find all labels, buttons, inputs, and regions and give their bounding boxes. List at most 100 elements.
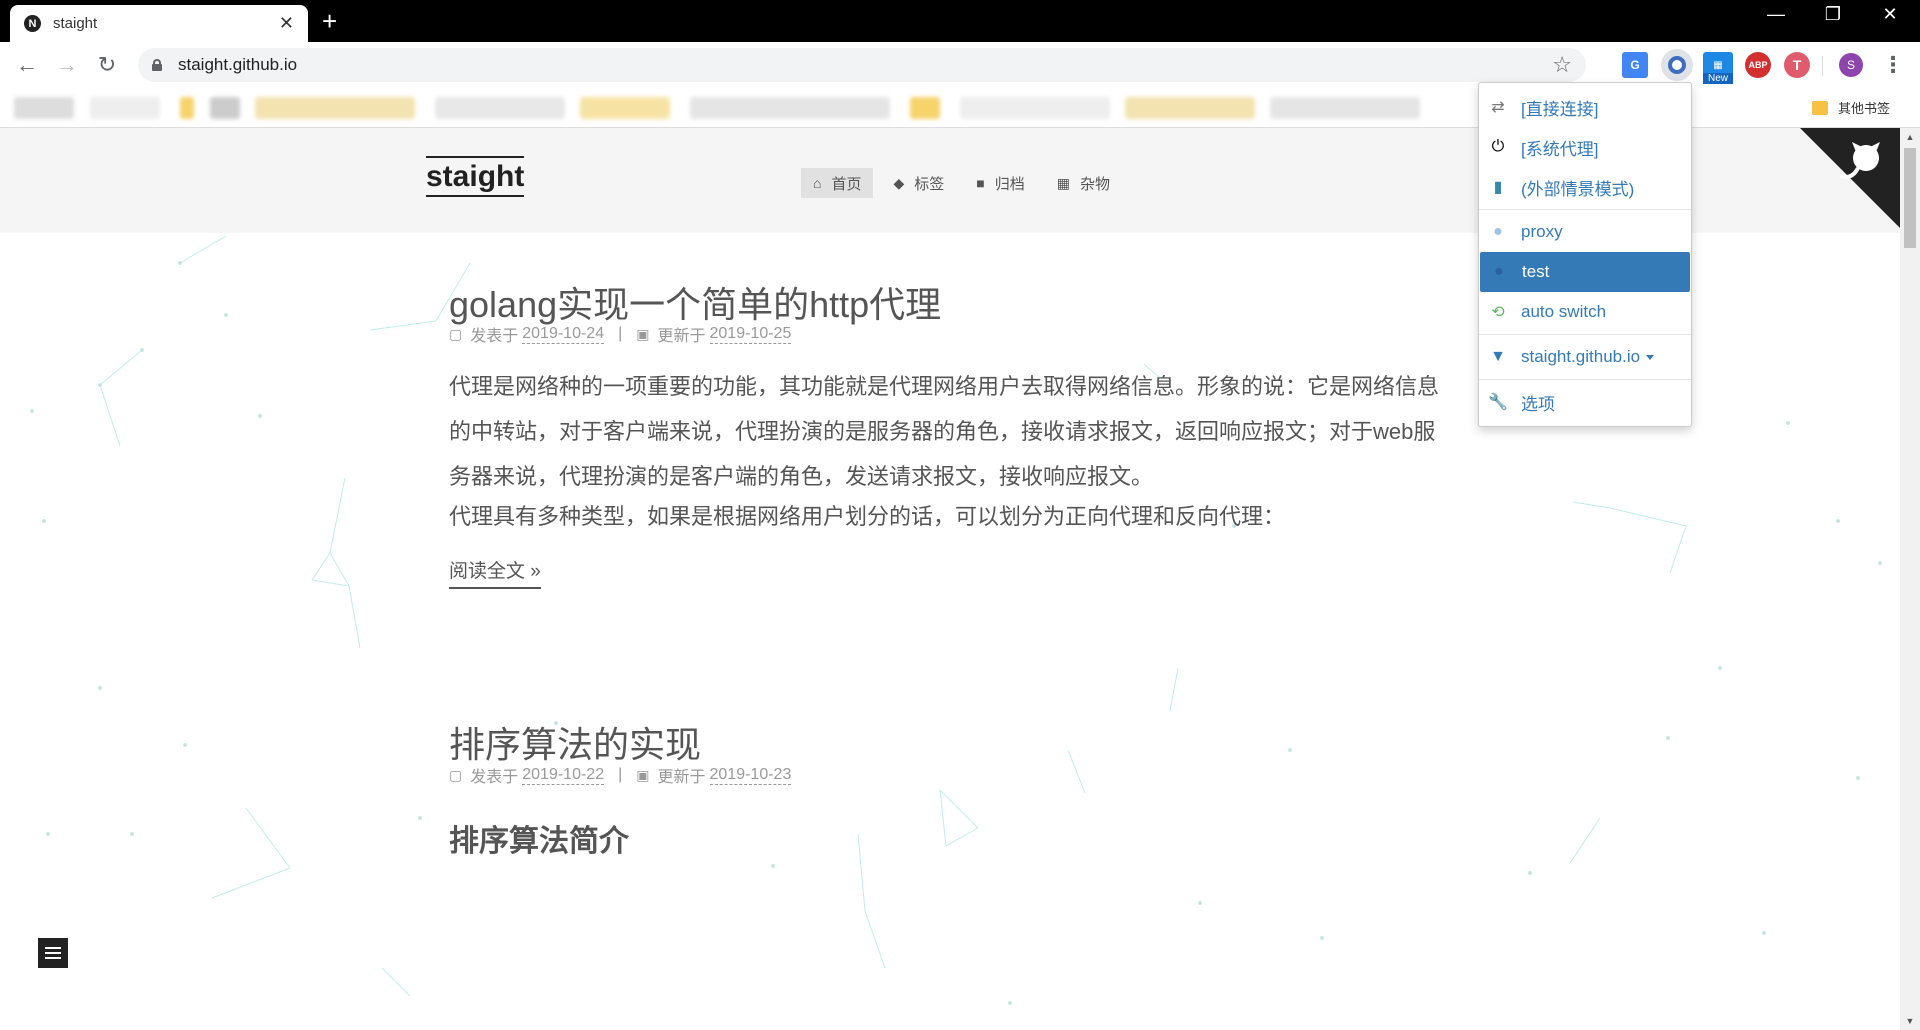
- blurred-bookmark[interactable]: [435, 97, 565, 119]
- page-scrollbar[interactable]: ▲ ▼: [1900, 128, 1920, 1030]
- popup-item-site-rule[interactable]: ▼ staight.github.io: [1479, 337, 1691, 377]
- blurred-bookmark[interactable]: [1125, 97, 1255, 119]
- omega-circle-icon: [1668, 56, 1686, 74]
- popup-item-system[interactable]: ⏻ [系统代理]: [1479, 127, 1691, 167]
- popup-item-test[interactable]: ● test: [1480, 252, 1690, 292]
- blurred-bookmark[interactable]: [580, 97, 670, 119]
- browser-tab[interactable]: N staight ✕: [10, 5, 308, 42]
- blurred-bookmark[interactable]: [180, 97, 194, 119]
- nav-item-archive[interactable]: ■ 归档: [964, 168, 1036, 198]
- tab-title: staight: [53, 15, 98, 32]
- scroll-down-arrow-icon[interactable]: ▼: [1900, 1016, 1920, 1026]
- t-extension-icon[interactable]: T: [1784, 52, 1810, 78]
- new-tab-button[interactable]: +: [322, 6, 337, 37]
- updated-date: 2019-10-25: [709, 324, 792, 344]
- power-icon: ⏻: [1491, 138, 1505, 155]
- tab-strip: N staight ✕ + — ❐ ✕: [0, 0, 1920, 42]
- post-meta: ▢ 发表于 2019-10-24 | ▣ 更新于 2019-10-25: [449, 322, 792, 346]
- popup-item-direct[interactable]: ⇄ [直接连接]: [1479, 87, 1691, 127]
- popup-divider: [1479, 209, 1691, 210]
- menu-bar: [45, 947, 61, 949]
- browser-menu-icon[interactable]: ⋮: [1880, 52, 1906, 78]
- popup-item-external[interactable]: ▮ (外部情景模式): [1479, 167, 1691, 207]
- url-text[interactable]: staight.github.io: [178, 55, 1552, 75]
- blurred-bookmark[interactable]: [255, 97, 415, 119]
- adblock-extension-icon[interactable]: ABP: [1745, 52, 1771, 78]
- site-logo[interactable]: staight: [426, 156, 525, 197]
- popup-item-label: (外部情景模式): [1521, 179, 1635, 199]
- blurred-bookmark[interactable]: [14, 97, 74, 119]
- reload-icon[interactable]: ↻: [92, 50, 122, 80]
- popup-item-label: auto switch: [1521, 302, 1607, 321]
- file-icon: ▮: [1493, 179, 1503, 196]
- nav-label: 归档: [994, 175, 1025, 193]
- address-bar[interactable]: staight.github.io ☆: [138, 48, 1586, 82]
- minimize-button[interactable]: —: [1756, 4, 1796, 25]
- updated-label: 更新于: [657, 769, 706, 786]
- popup-item-label: [直接连接]: [1521, 99, 1599, 119]
- site-nav: ⌂ 首页 ◆ 标签 ■ 归档 ▦ 杂物: [801, 168, 1130, 198]
- transfer-icon: ⇄: [1491, 99, 1505, 116]
- popup-item-label: proxy: [1521, 222, 1563, 241]
- read-more-link[interactable]: 阅读全文 »: [449, 556, 541, 589]
- post-paragraph: 代理是网络种的一项重要的功能，其功能就是代理网络用户去取得网络信息。形象的说：它…: [449, 374, 1440, 489]
- wrench-icon: 🔧: [1488, 394, 1508, 411]
- retweet-icon: ⟲: [1491, 304, 1505, 321]
- scroll-up-arrow-icon[interactable]: ▲: [1900, 132, 1920, 142]
- lock-icon[interactable]: [152, 59, 162, 71]
- menu-bar: [45, 957, 61, 959]
- popup-item-label: 选项: [1521, 394, 1555, 414]
- calendar-check-icon: ▣: [636, 766, 650, 783]
- post-title[interactable]: 排序算法的实现: [449, 716, 701, 768]
- tab-close-icon[interactable]: ✕: [279, 13, 294, 34]
- globe-icon: ●: [1494, 263, 1504, 280]
- profile-avatar[interactable]: S: [1839, 53, 1863, 77]
- blurred-bookmark[interactable]: [960, 97, 1110, 119]
- nav-label: 首页: [831, 175, 862, 193]
- blurred-bookmark[interactable]: [210, 97, 240, 119]
- nav-item-tags[interactable]: ◆ 标签: [881, 168, 956, 198]
- popup-item-options[interactable]: 🔧 选项: [1479, 382, 1691, 422]
- popup-item-auto-switch[interactable]: ⟲ auto switch: [1479, 292, 1691, 332]
- meta-separator: |: [618, 766, 623, 783]
- popup-item-proxy[interactable]: ● proxy: [1479, 212, 1691, 252]
- nav-item-misc[interactable]: ▦ 杂物: [1045, 168, 1122, 198]
- calendar-icon: ▢: [449, 325, 463, 342]
- nav-label: 杂物: [1080, 175, 1111, 193]
- calendar-icon: ▦: [1056, 174, 1070, 191]
- github-corner-icon[interactable]: [1800, 128, 1900, 228]
- updated-date: 2019-10-23: [709, 765, 792, 785]
- new-badge: New: [1703, 73, 1733, 84]
- proxy-switcher-popup: ⇄ [直接连接] ⏻ [系统代理] ▮ (外部情景模式) ● proxy ● t…: [1478, 82, 1692, 427]
- globe-icon: ●: [1493, 223, 1503, 240]
- close-window-button[interactable]: ✕: [1870, 4, 1910, 25]
- nav-item-home[interactable]: ⌂ 首页: [801, 168, 874, 198]
- popup-divider: [1479, 379, 1691, 380]
- translate-extension-icon[interactable]: G: [1622, 52, 1648, 78]
- post-subheading: 排序算法简介: [449, 825, 629, 858]
- published-date: 2019-10-24: [522, 324, 605, 344]
- blurred-bookmark[interactable]: [1270, 97, 1420, 119]
- published-label: 发表于: [470, 769, 519, 786]
- blurred-bookmark[interactable]: [690, 97, 890, 119]
- news-extension-icon[interactable]: ▦ New: [1703, 52, 1733, 84]
- bookmark-star-icon[interactable]: ☆: [1552, 52, 1572, 78]
- other-bookmarks-folder[interactable]: 其他书签: [1812, 98, 1890, 117]
- published-date: 2019-10-22: [522, 765, 605, 785]
- forward-arrow-icon[interactable]: →: [52, 50, 82, 80]
- calendar-icon: ▢: [449, 766, 463, 783]
- restore-button[interactable]: ❐: [1813, 4, 1853, 25]
- other-bookmarks-label: 其他书签: [1838, 101, 1891, 116]
- popup-divider: [1479, 334, 1691, 335]
- scroll-thumb[interactable]: [1904, 148, 1916, 248]
- archive-icon: ■: [976, 175, 985, 191]
- nav-label: 标签: [914, 175, 945, 193]
- sidebar-toggle-button[interactable]: [38, 938, 68, 968]
- blurred-bookmark[interactable]: [910, 97, 940, 119]
- post-meta: ▢ 发表于 2019-10-22 | ▣ 更新于 2019-10-23: [449, 763, 792, 787]
- proxy-switcher-extension-icon[interactable]: [1661, 49, 1693, 81]
- back-arrow-icon[interactable]: ←: [12, 50, 42, 80]
- blurred-bookmark[interactable]: [90, 97, 160, 119]
- popup-item-label: [系统代理]: [1521, 139, 1599, 159]
- post-title[interactable]: golang实现一个简单的http代理: [449, 276, 941, 328]
